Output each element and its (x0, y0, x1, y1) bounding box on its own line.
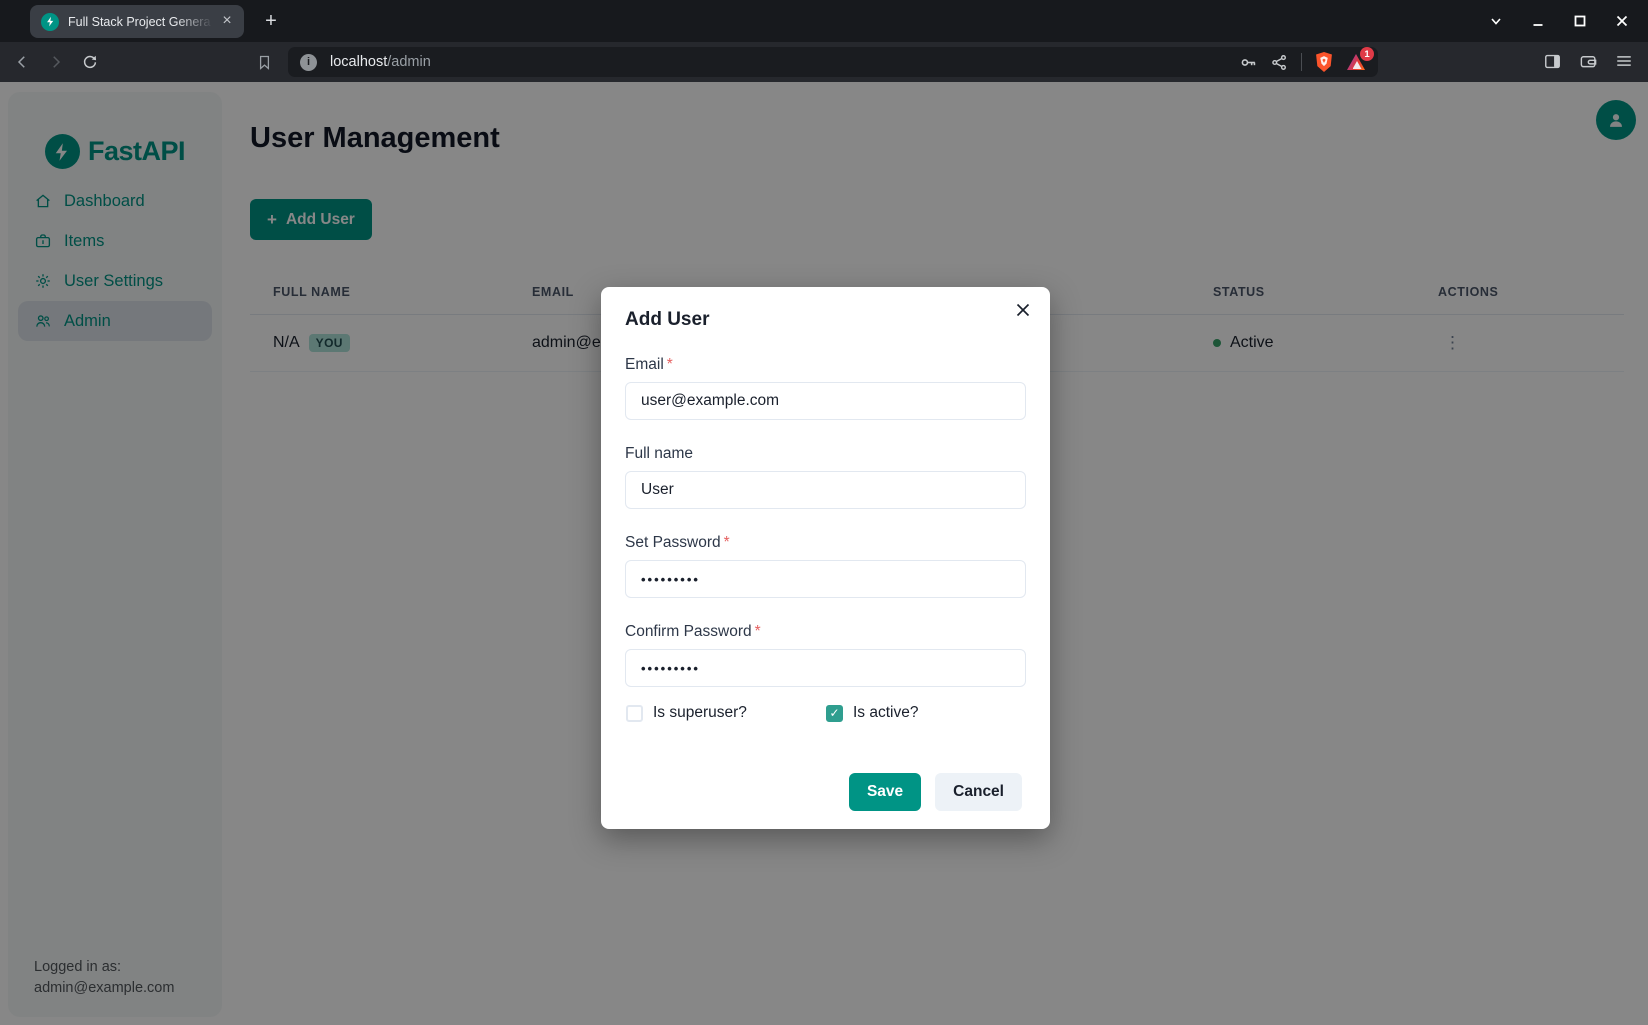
brave-rewards-icon[interactable]: 1 (1346, 52, 1368, 72)
full-name-field-group: Full name (625, 445, 1026, 509)
reload-icon[interactable] (76, 48, 104, 76)
modal-close-icon[interactable] (1010, 297, 1036, 323)
menu-hamburger-icon[interactable] (1610, 47, 1638, 75)
email-label: Email* (625, 356, 1026, 374)
back-icon[interactable] (8, 48, 36, 76)
share-icon[interactable] (1270, 53, 1289, 72)
window-close-button[interactable] (1610, 9, 1634, 33)
url-bar[interactable]: i localhost/admin 1 (288, 47, 1378, 77)
browser-titlebar: Full Stack Project Genera × + (0, 0, 1648, 42)
confirm-password-field-group: Confirm Password* (625, 623, 1026, 687)
browser-tab[interactable]: Full Stack Project Genera × (30, 5, 244, 38)
tab-close-icon[interactable]: × (218, 13, 236, 31)
modal-title: Add User (625, 309, 1026, 331)
brave-shield-icon[interactable] (1314, 51, 1334, 73)
tab-title: Full Stack Project Genera (68, 15, 218, 29)
url-path: /admin (387, 54, 431, 70)
bookmark-icon[interactable] (250, 48, 278, 76)
window-minimize-button[interactable] (1526, 9, 1550, 33)
toolbar-divider (1301, 53, 1302, 71)
wallet-icon[interactable] (1574, 47, 1602, 75)
browser-toolbar: i localhost/admin 1 (0, 42, 1648, 82)
confirm-password-label: Confirm Password* (625, 623, 1026, 641)
email-field[interactable] (625, 382, 1026, 420)
set-password-field[interactable] (625, 560, 1026, 598)
is-superuser-label: Is superuser? (653, 704, 747, 722)
modal-footer: Save Cancel (849, 773, 1022, 811)
cancel-button[interactable]: Cancel (935, 773, 1022, 811)
save-button[interactable]: Save (849, 773, 921, 811)
checkbox-icon[interactable]: ✓ (626, 705, 643, 722)
is-active-checkbox[interactable]: ✓ Is active? (826, 704, 1026, 722)
fastapi-favicon-icon (41, 13, 59, 31)
is-superuser-checkbox[interactable]: ✓ Is superuser? (626, 704, 826, 722)
set-password-field-group: Set Password* (625, 534, 1026, 598)
window-chevron-down-icon[interactable] (1484, 9, 1508, 33)
url-host: localhost (330, 54, 387, 70)
rewards-badge-count: 1 (1360, 47, 1374, 61)
site-info-icon[interactable]: i (300, 54, 317, 71)
key-icon[interactable] (1239, 53, 1258, 72)
confirm-password-field[interactable] (625, 649, 1026, 687)
full-name-field[interactable] (625, 471, 1026, 509)
required-asterisk: * (667, 356, 673, 373)
sidebar-panel-icon[interactable] (1538, 47, 1566, 75)
checkbox-row: ✓ Is superuser? ✓ Is active? (625, 704, 1026, 722)
forward-icon[interactable] (42, 48, 70, 76)
add-user-modal: Add User Email* Full name Set Password* … (601, 287, 1050, 829)
email-field-group: Email* (625, 356, 1026, 420)
is-active-label: Is active? (853, 704, 918, 722)
url-text: localhost/admin (330, 54, 1239, 70)
required-asterisk: * (755, 623, 761, 640)
required-asterisk: * (724, 534, 730, 551)
set-password-label: Set Password* (625, 534, 1026, 552)
new-tab-button[interactable]: + (258, 9, 284, 35)
full-name-label: Full name (625, 445, 1026, 463)
window-maximize-button[interactable] (1568, 9, 1592, 33)
checkbox-icon[interactable]: ✓ (826, 705, 843, 722)
